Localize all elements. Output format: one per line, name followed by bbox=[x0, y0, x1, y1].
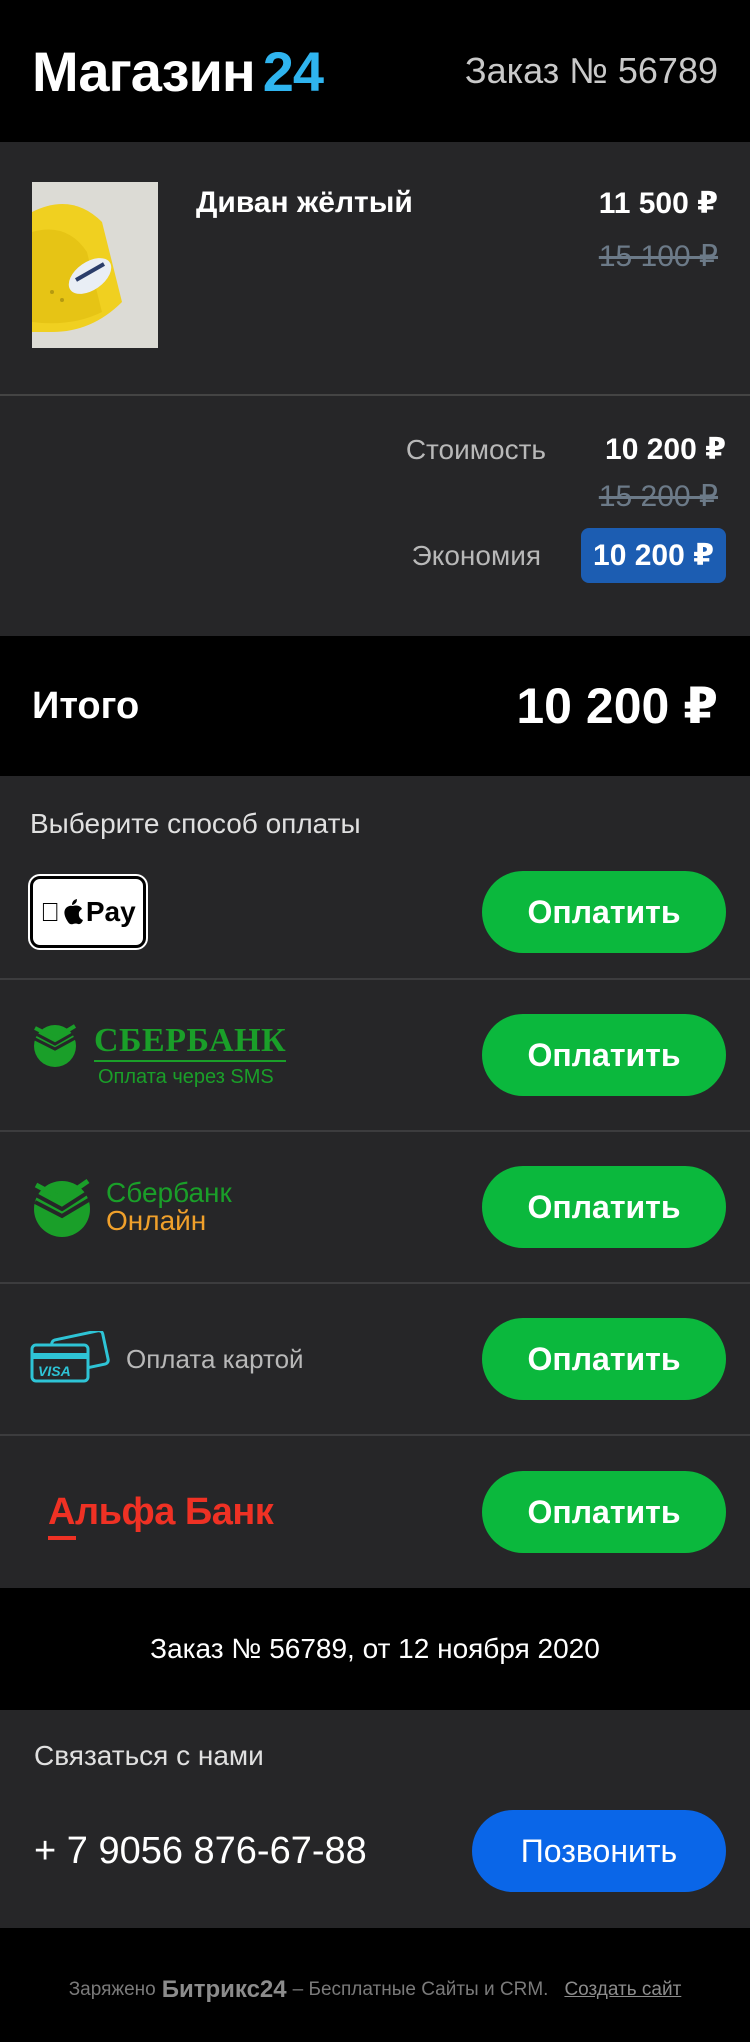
total-value: 10 200 ₽ bbox=[516, 678, 718, 734]
logo-number: 24 bbox=[262, 39, 324, 103]
product-image[interactable] bbox=[32, 182, 158, 348]
payment-row-card: VISA Оплата картой Оплатить bbox=[0, 1284, 750, 1436]
sber-sms-subtitle: Оплата через SMS bbox=[98, 1065, 274, 1088]
apple-pay-text: Pay bbox=[76, 896, 136, 927]
product-item: Диван жёлтый 11 500 ₽ 15 100 ₽ bbox=[0, 142, 750, 396]
product-old-price: 15 100 ₽ bbox=[598, 240, 718, 273]
call-button[interactable]: Позвонить bbox=[472, 1810, 726, 1892]
payment-row-sber-online: Сбербанк Онлайн Оплатить bbox=[0, 1132, 750, 1284]
savings-badge: 10 200 ₽ bbox=[581, 528, 726, 583]
sber-sms-title: СБЕРБАНК bbox=[94, 1022, 287, 1062]
sber-sms-text: СБЕРБАНК Оплата через SMS bbox=[94, 1022, 287, 1089]
total-bar: Итого 10 200 ₽ bbox=[0, 636, 750, 776]
cost-old-value: 15 200 ₽ bbox=[598, 480, 718, 513]
contact-section: Связаться с нами + 7 9056 876-67-88 Позв… bbox=[0, 1710, 750, 1928]
pay-alfa-button[interactable]: Оплатить bbox=[482, 1471, 726, 1553]
contact-title: Связаться с нами bbox=[34, 1740, 264, 1771]
savings-label: Экономия bbox=[411, 539, 542, 571]
create-site-link[interactable]: Создать сайт bbox=[564, 1979, 681, 2001]
pay-card-button[interactable]: Оплатить bbox=[482, 1318, 726, 1400]
sber-sms-logo: СБЕРБАНК Оплата через SMS bbox=[30, 1022, 287, 1089]
sber-online-name: Сбербанк bbox=[106, 1177, 232, 1208]
credit-card-icon: VISA bbox=[30, 1331, 110, 1383]
phone-number[interactable]: + 7 9056 876-67-88 bbox=[34, 1830, 367, 1873]
savings-row: Экономия 10 200 ₽ bbox=[0, 528, 726, 583]
order-title: Заказ № 56789 bbox=[464, 50, 718, 91]
product-name: Диван жёлтый bbox=[196, 186, 413, 219]
total-label: Итого bbox=[32, 684, 140, 727]
alfa-bank-text: Альфа Банк bbox=[48, 1490, 274, 1533]
sber-online-icon bbox=[34, 1178, 94, 1237]
contact-row: + 7 9056 876-67-88 Позвонить bbox=[34, 1810, 726, 1892]
header: Магазин 24 Заказ № 56789 bbox=[0, 0, 750, 142]
alfa-underline bbox=[48, 1535, 76, 1540]
payment-row-apple-pay:  Pay Оплатить bbox=[0, 846, 750, 980]
visa-text: VISA bbox=[38, 1363, 71, 1379]
sber-online-suffix: Онлайн bbox=[106, 1205, 207, 1236]
sber-online-text: Сбербанк Онлайн bbox=[106, 1179, 232, 1235]
footer-tagline: – Бесплатные Сайты и CRM. bbox=[292, 1979, 549, 2000]
payment-title: Выберите способ оплаты bbox=[30, 808, 361, 839]
pay-sber-online-button[interactable]: Оплатить bbox=[482, 1166, 726, 1248]
pay-apple-pay-button[interactable]: Оплатить bbox=[482, 871, 726, 953]
sber-online-logo: Сбербанк Онлайн bbox=[30, 1177, 232, 1237]
apple-logo-icon bbox=[64, 899, 83, 925]
sofa-image-icon bbox=[32, 182, 158, 348]
logo[interactable]: Магазин 24 bbox=[32, 39, 324, 104]
footer-charged: Заряжено bbox=[68, 1979, 156, 2000]
apple-icon:  bbox=[40, 897, 60, 928]
product-price: 11 500 ₽ bbox=[598, 187, 718, 220]
payment-row-alfa: Альфа Банк Оплатить bbox=[0, 1436, 750, 1588]
payment-methods: Выберите способ оплаты  Pay Оплатить СБ… bbox=[0, 776, 750, 1588]
cost-row: Стоимость 10 200 ₽ bbox=[0, 432, 726, 467]
order-info: Заказ № 56789, от 12 ноября 2020 bbox=[0, 1588, 750, 1710]
alfa-bank-logo: Альфа Банк bbox=[48, 1490, 274, 1540]
card-pay-text: Оплата картой bbox=[126, 1343, 304, 1374]
card-pay-logo: VISA Оплата картой bbox=[30, 1331, 304, 1387]
apple-pay-logo:  Pay bbox=[28, 874, 148, 950]
logo-text: Магазин bbox=[32, 39, 256, 103]
sber-logo-icon bbox=[34, 1023, 78, 1067]
bitrix-logo[interactable]: Битрикс24 bbox=[162, 1976, 287, 2004]
cost-label: Стоимость bbox=[405, 433, 546, 465]
footer: Заряжено Битрикс24 – Бесплатные Сайты и … bbox=[0, 1928, 750, 2042]
payment-row-sber-sms: СБЕРБАНК Оплата через SMS Оплатить bbox=[0, 980, 750, 1132]
product-prices: 11 500 ₽ 15 100 ₽ bbox=[599, 182, 718, 394]
pay-sber-sms-button[interactable]: Оплатить bbox=[482, 1014, 726, 1096]
order-summary: Стоимость 10 200 ₽ 15 200 ₽ Экономия 10 … bbox=[0, 396, 750, 636]
cost-value: 10 200 ₽ bbox=[605, 433, 726, 466]
